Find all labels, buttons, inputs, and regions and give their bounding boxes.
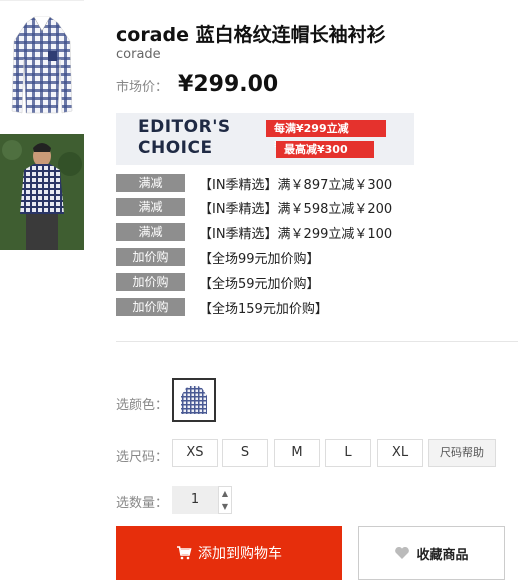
cart-icon [176, 546, 192, 560]
price-value: ¥299.00 [178, 72, 279, 97]
product-title: corade 蓝白格纹连帽长袖衬衫 [116, 24, 386, 46]
promo-badge: 加价购 [116, 273, 185, 291]
decrement-icon[interactable]: ▼ [219, 500, 231, 513]
banner-heading: EDITOR'S CHOICE [138, 117, 231, 158]
promo-row: 满减 【IN季精选】满￥299立减￥100 [116, 223, 392, 242]
product-brand: corade [116, 47, 161, 62]
banner-tag-discount: 每满¥299立减¥100 [266, 120, 386, 152]
size-help-button[interactable]: 尺码帮助 [428, 439, 496, 467]
banner-tag-max: 最高减¥300 [276, 141, 374, 158]
promo-text[interactable]: 【全场59元加价购】 [199, 273, 320, 292]
promo-badge: 满减 [116, 174, 185, 192]
color-swatch[interactable] [172, 378, 216, 422]
promo-badge: 加价购 [116, 248, 185, 266]
promo-text[interactable]: 【IN季精选】满￥598立减￥200 [199, 198, 392, 217]
price-label: 市场价： [116, 80, 169, 95]
quantity-input[interactable]: 1 [172, 486, 218, 514]
thumbnail-shirt[interactable] [0, 0, 84, 132]
promo-text[interactable]: 【IN季精选】满￥897立减￥300 [199, 174, 392, 193]
add-to-cart-button[interactable]: 添加到购物车 [116, 526, 342, 580]
model-image [0, 134, 84, 250]
size-option-xl[interactable]: XL [377, 439, 423, 467]
favorite-button[interactable]: 收藏商品 [358, 526, 505, 580]
favorite-label: 收藏商品 [416, 547, 469, 563]
promo-badge: 满减 [116, 223, 185, 241]
swatch-shirt-image [181, 386, 207, 414]
heart-icon [394, 546, 410, 560]
color-label: 选颜色： [116, 398, 169, 413]
qty-label: 选数量： [116, 496, 169, 511]
divider [116, 341, 518, 342]
thumbnail-model[interactable] [0, 134, 84, 250]
promo-text[interactable]: 【IN季精选】满￥299立减￥100 [199, 223, 392, 242]
size-label: 选尺码： [116, 450, 169, 465]
promo-badge: 加价购 [116, 298, 185, 316]
price-row: 市场价： ¥299.00 [116, 72, 278, 97]
size-option-xs[interactable]: XS [172, 439, 218, 467]
editors-choice-banner[interactable]: EDITOR'S CHOICE 每满¥299立减¥100 最高减¥300 [116, 113, 414, 165]
promo-row: 加价购 【全场159元加价购】 [116, 298, 328, 317]
promo-text[interactable]: 【全场99元加价购】 [199, 248, 320, 267]
shirt-image [11, 16, 73, 114]
promo-row: 满减 【IN季精选】满￥598立减￥200 [116, 198, 392, 217]
size-option-l[interactable]: L [325, 439, 371, 467]
increment-icon[interactable]: ▲ [219, 487, 231, 500]
promo-badge: 满减 [116, 198, 185, 216]
size-option-m[interactable]: M [274, 439, 320, 467]
add-to-cart-label: 添加到购物车 [198, 546, 282, 562]
promo-text[interactable]: 【全场159元加价购】 [199, 298, 328, 317]
promo-row: 加价购 【全场99元加价购】 [116, 248, 320, 267]
promo-row: 满减 【IN季精选】满￥897立减￥300 [116, 174, 392, 193]
promo-row: 加价购 【全场59元加价购】 [116, 273, 320, 292]
size-option-s[interactable]: S [222, 439, 268, 467]
quantity-stepper[interactable]: ▲ ▼ [218, 486, 232, 514]
